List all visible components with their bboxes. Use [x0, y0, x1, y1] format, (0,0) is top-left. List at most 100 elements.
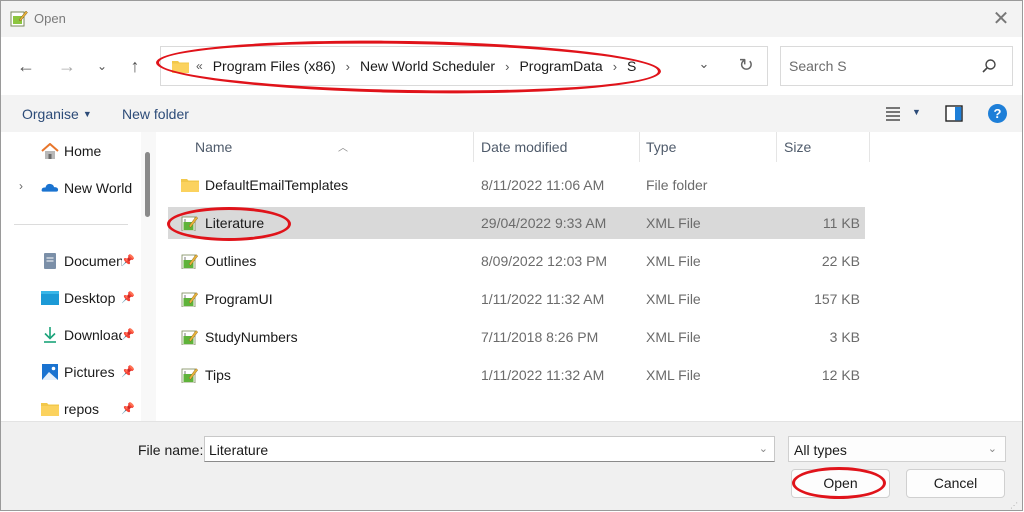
breadcrumb-separator[interactable]: › [613, 59, 617, 74]
sidebar-item-label: Pictures [64, 364, 115, 380]
address-history-dropdown[interactable]: ⌄ [694, 56, 714, 76]
cancel-button[interactable]: Cancel [906, 469, 1005, 498]
file-name-input[interactable] [209, 441, 749, 458]
file-size: 3 KB [829, 329, 860, 345]
file-type-value: All types [794, 442, 847, 458]
file-type: XML File [646, 253, 701, 269]
pin-icon: 📌 [121, 403, 135, 415]
sidebar-item-label: Documents [64, 253, 122, 269]
list-view-icon[interactable] [885, 105, 901, 121]
sidebar-item-new-world[interactable]: › New World [1, 173, 141, 203]
file-type: File folder [646, 177, 708, 193]
breadcrumb-item[interactable]: New World Scheduler [360, 58, 495, 74]
sidebar-item-repos[interactable]: repos 📌 [1, 394, 141, 421]
window-title: Open [34, 11, 66, 26]
refresh-button[interactable]: ↻ [735, 55, 757, 77]
file-row[interactable]: DefaultEmailTemplates 8/11/2022 11:06 AM F… [168, 169, 865, 201]
pin-icon: 📌 [121, 255, 135, 267]
organise-label: Organise [22, 106, 79, 122]
up-button[interactable]: ↑ [123, 54, 147, 78]
breadcrumb-item[interactable]: Program Files (x86) [213, 58, 336, 74]
file-size: 157 KB [814, 291, 860, 307]
sidebar-item-label: Home [64, 143, 102, 159]
sidebar-item-downloads[interactable]: Downloads 📌 [1, 320, 141, 350]
column-header-type[interactable]: Type [640, 132, 776, 162]
file-date-modified: 29/04/2022 9:33 AM [481, 215, 607, 231]
xml-file-icon [181, 216, 199, 231]
file-name: ProgramUI [205, 291, 273, 307]
file-row[interactable]: Literature 29/04/2022 9:33 AM XML File 11 K… [168, 207, 865, 239]
open-file-dialog: Open ✕ ← → ⌄ ↑ « Program Files (x86) › N… [0, 0, 1023, 511]
file-size: 12 KB [821, 367, 860, 383]
back-button[interactable]: ← [14, 54, 38, 78]
overflow-crumbs-button[interactable]: « [196, 59, 203, 73]
forward-button[interactable]: → [55, 54, 79, 78]
refresh-icon: ↻ [738, 55, 754, 75]
file-date-modified: 8/09/2022 12:03 PM [481, 253, 608, 269]
new-folder-label: New folder [122, 106, 189, 122]
command-bar: Organise ▼ New folder ▼ ? [1, 95, 1022, 132]
chevron-right-icon[interactable]: › [19, 179, 23, 193]
home-icon [41, 143, 59, 159]
navigation-pane: Home › New World Documents 📌 Desktop [1, 132, 156, 421]
breadcrumb: « Program Files (x86) › New World Schedu… [196, 47, 636, 85]
file-row[interactable]: Outlines 8/09/2022 12:03 PM XML File 22 KB [168, 245, 865, 277]
search-input[interactable] [789, 57, 969, 75]
file-row[interactable]: StudyNumbers 7/11/2018 8:26 PM XML File 3 K… [168, 321, 865, 353]
resize-grip-icon[interactable]: ⋰ [1010, 501, 1020, 510]
search-box [780, 46, 1013, 86]
file-list: Name ︿ Date modified Type Size DefaultEm… [156, 132, 1022, 421]
sidebar-item-documents[interactable]: Documents 📌 [1, 246, 141, 276]
column-header-name[interactable]: Name ︿ [168, 132, 473, 162]
column-header-date[interactable]: Date modified [474, 132, 639, 162]
sidebar-item-label: Desktop [64, 290, 116, 306]
breadcrumb-item[interactable]: S [627, 58, 636, 74]
close-icon: ✕ [992, 8, 1010, 30]
file-date-modified: 1/11/2022 11:32 AM [481, 367, 605, 383]
address-bar[interactable]: « Program Files (x86) › New World Schedu… [160, 46, 768, 86]
sidebar-item-home[interactable]: Home [1, 136, 141, 166]
xml-file-icon [181, 330, 199, 345]
arrow-left-icon: ← [17, 56, 35, 76]
column-header-label: Date modified [481, 139, 568, 155]
pin-icon: 📌 [121, 329, 135, 341]
recent-locations-button[interactable]: ⌄ [90, 54, 114, 78]
file-date-modified: 8/11/2022 11:06 AM [481, 177, 605, 193]
preview-pane-icon[interactable] [945, 105, 963, 122]
breadcrumb-item[interactable]: ProgramData [519, 58, 602, 74]
chevron-down-icon[interactable]: ⌄ [759, 442, 768, 455]
file-row[interactable]: ProgramUI 1/11/2022 11:32 AM XML File 157 K… [168, 283, 865, 315]
sidebar-item-pictures[interactable]: Pictures 📌 [1, 357, 141, 387]
sidebar-item-desktop[interactable]: Desktop 📌 [1, 283, 141, 313]
pictures-icon [42, 364, 58, 380]
file-name: Tips [205, 367, 231, 383]
new-folder-button[interactable]: New folder [122, 106, 189, 122]
open-button[interactable]: Open [791, 469, 890, 498]
file-type: XML File [646, 291, 701, 307]
file-size: 11 KB [822, 215, 860, 231]
organise-button[interactable]: Organise ▼ [22, 106, 92, 122]
file-row[interactable]: Tips 1/11/2022 11:32 AM XML File 12 KB [168, 359, 865, 391]
navigation-bar: ← → ⌄ ↑ « Program Files (x86) › New Worl… [1, 37, 1022, 95]
search-icon[interactable] [980, 57, 998, 75]
view-options-dropdown[interactable]: ▼ [912, 107, 921, 117]
caret-down-icon: ▼ [82, 109, 92, 119]
column-separator[interactable] [869, 132, 870, 162]
file-name-combobox: ⌄ [204, 436, 775, 462]
breadcrumb-separator[interactable]: › [346, 59, 350, 74]
sidebar-scrollbar-thumb[interactable] [145, 152, 150, 217]
file-type-select[interactable]: All types ⌄ [788, 436, 1006, 462]
breadcrumb-separator[interactable]: › [505, 59, 509, 74]
pin-icon: 📌 [121, 292, 135, 304]
documents-icon [44, 253, 56, 269]
file-size: 22 KB [821, 253, 860, 269]
onedrive-cloud-icon [41, 183, 59, 192]
column-header-label: Size [784, 139, 812, 155]
column-header-size[interactable]: Size [777, 132, 869, 162]
file-type: XML File [646, 367, 701, 383]
sidebar-item-label: repos [64, 401, 100, 417]
sidebar-divider [14, 224, 128, 225]
help-icon[interactable]: ? [988, 104, 1007, 123]
close-button[interactable]: ✕ [990, 8, 1012, 30]
xml-file-icon [181, 292, 199, 307]
